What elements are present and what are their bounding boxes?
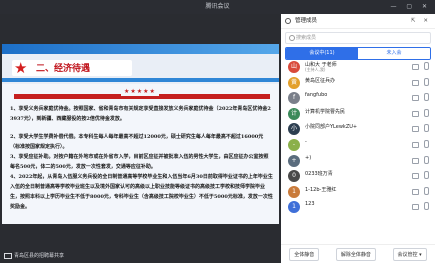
member-name: +) [305, 154, 312, 161]
paragraph-2: 2、享受大学生学费补偿代偿。本专科生每人每年最高不超过12000元，硕士研究生每… [10, 134, 264, 150]
avatar: 小 [288, 123, 300, 136]
camera-icon[interactable] [412, 126, 419, 133]
screen-share-icon [4, 252, 12, 259]
member-name: 123 [305, 201, 315, 208]
star-icon: ★ [14, 59, 28, 77]
avatar: 黄 [288, 76, 300, 89]
avatar: f [288, 92, 300, 105]
member-name: 黄岛区征兵办 [305, 77, 336, 84]
paragraph-4: 4、2022年起，从青岛入伍服义务兵役的全日制普通高等学校毕业生和入伍当年6月3… [10, 174, 273, 210]
camera-icon[interactable] [412, 141, 419, 148]
slide-title: 二、经济待遇 [36, 64, 91, 74]
member-row[interactable]: 计计算机学院曹先民 [281, 106, 435, 122]
paragraph-3: 3、享受应征补助。对按户籍在外地市或在外省市入学，目前区应征并被批准入伍的男性大… [10, 154, 269, 170]
members-icon [285, 18, 291, 24]
slide-band-2 [2, 78, 279, 82]
camera-icon[interactable] [412, 110, 419, 117]
mute-all-button[interactable]: 全体静音 [289, 247, 320, 261]
panel-controls[interactable]: ⇱ ✕ [411, 14, 431, 28]
paragraph-1: 1、享受义务兵家庭优待金。按照国家、省和青岛市有关规定享受直接发放义务兵家庭优待… [10, 106, 271, 122]
camera-icon[interactable] [412, 95, 419, 102]
search-icon [289, 35, 295, 41]
microphone-icon[interactable] [424, 124, 429, 133]
window-controls[interactable]: — ▢ ✕ [390, 0, 431, 14]
avatar: + [288, 154, 300, 167]
member-row[interactable]: 小小院同部户YLewkZU+ [281, 121, 435, 137]
unmute-all-button[interactable]: 解除全体静音 [335, 247, 376, 261]
microphone-icon[interactable] [424, 139, 429, 148]
search-placeholder: 搜索成员 [296, 35, 317, 41]
window-title: 腾讯会议 [205, 3, 230, 10]
member-name: fangfubo [305, 92, 328, 99]
avatar: 1 [288, 185, 300, 198]
member-role: (主持人,我) [305, 67, 326, 72]
member-list: 山山和大 于老师 (主持人,我) 黄黄岛区征兵办 f fangfubo 计计算机学院曹先民… [281, 59, 435, 215]
member-name: 小院同部户YLewkZU+ [305, 124, 358, 131]
screen-share-label: 青岛区县的招聘幕共享 [14, 253, 65, 259]
screen-share-status: 青岛区县的招聘幕共享 [4, 252, 64, 259]
microphone-icon[interactable] [424, 186, 429, 195]
member-row[interactable]: 0 0233班万青 [281, 168, 435, 184]
member-panel: 管理成员 ⇱ ✕ 搜索成员 会议中(11) 未入会 山山和大 于老师 (主持人,我… [281, 14, 435, 263]
avatar: 0 [288, 170, 300, 183]
member-row[interactable]: -- [281, 137, 435, 153]
slide-band [2, 44, 279, 54]
decorative-stars: ★★★★★ [121, 88, 159, 96]
camera-icon[interactable] [412, 64, 419, 70]
panel-footer: 全体静音 解除全体静音 会议管控 ▾ [281, 244, 435, 263]
member-row[interactable]: 黄黄岛区征兵办 [281, 75, 435, 91]
member-name: - [305, 138, 307, 145]
panel-title: 管理成员 [295, 18, 318, 24]
window-title-bar: 腾讯会议 — ▢ ✕ [0, 0, 435, 14]
member-name: 计算机学院曹先民 [305, 108, 346, 115]
camera-icon[interactable] [412, 157, 419, 164]
meeting-control-button[interactable]: 会议管控 ▾ [392, 247, 427, 261]
avatar: - [288, 138, 300, 151]
member-name: 1-12b-王雅红 [305, 186, 337, 193]
member-row[interactable]: 1 1-12b-王雅红 [281, 184, 435, 200]
avatar: 山 [288, 61, 300, 73]
member-row[interactable]: f fangfubo [281, 90, 435, 106]
microphone-icon[interactable] [424, 171, 429, 180]
camera-icon[interactable] [412, 173, 419, 180]
member-name: 0233班万青 [305, 171, 333, 178]
camera-icon[interactable] [412, 188, 419, 195]
camera-icon[interactable] [412, 204, 419, 211]
search-input[interactable]: 搜索成员 [285, 32, 431, 44]
member-row[interactable]: + +) [281, 153, 435, 169]
avatar: 1 [288, 201, 300, 214]
shared-slide: ★ 二、经济待遇 ★★★★★ 1、享受义务兵家庭优待金。按照国家、省和青岛市有关… [2, 44, 279, 224]
microphone-icon[interactable] [424, 202, 429, 211]
member-row[interactable]: 山山和大 于老师 (主持人,我) [281, 59, 435, 75]
microphone-icon[interactable] [424, 108, 429, 117]
panel-header: 管理成员 ⇱ ✕ [281, 14, 435, 29]
slide-header: ★ 二、经济待遇 [2, 44, 279, 84]
member-row[interactable]: 1 123 [281, 199, 435, 215]
tab-not-joined[interactable]: 未入会 [358, 48, 430, 59]
avatar: 计 [288, 107, 300, 120]
camera-icon[interactable] [412, 79, 419, 86]
microphone-icon[interactable] [424, 77, 429, 86]
tab-in-meeting[interactable]: 会议中(11) [286, 48, 358, 59]
microphone-icon[interactable] [424, 62, 429, 70]
microphone-icon[interactable] [424, 155, 429, 164]
microphone-icon[interactable] [424, 93, 429, 102]
